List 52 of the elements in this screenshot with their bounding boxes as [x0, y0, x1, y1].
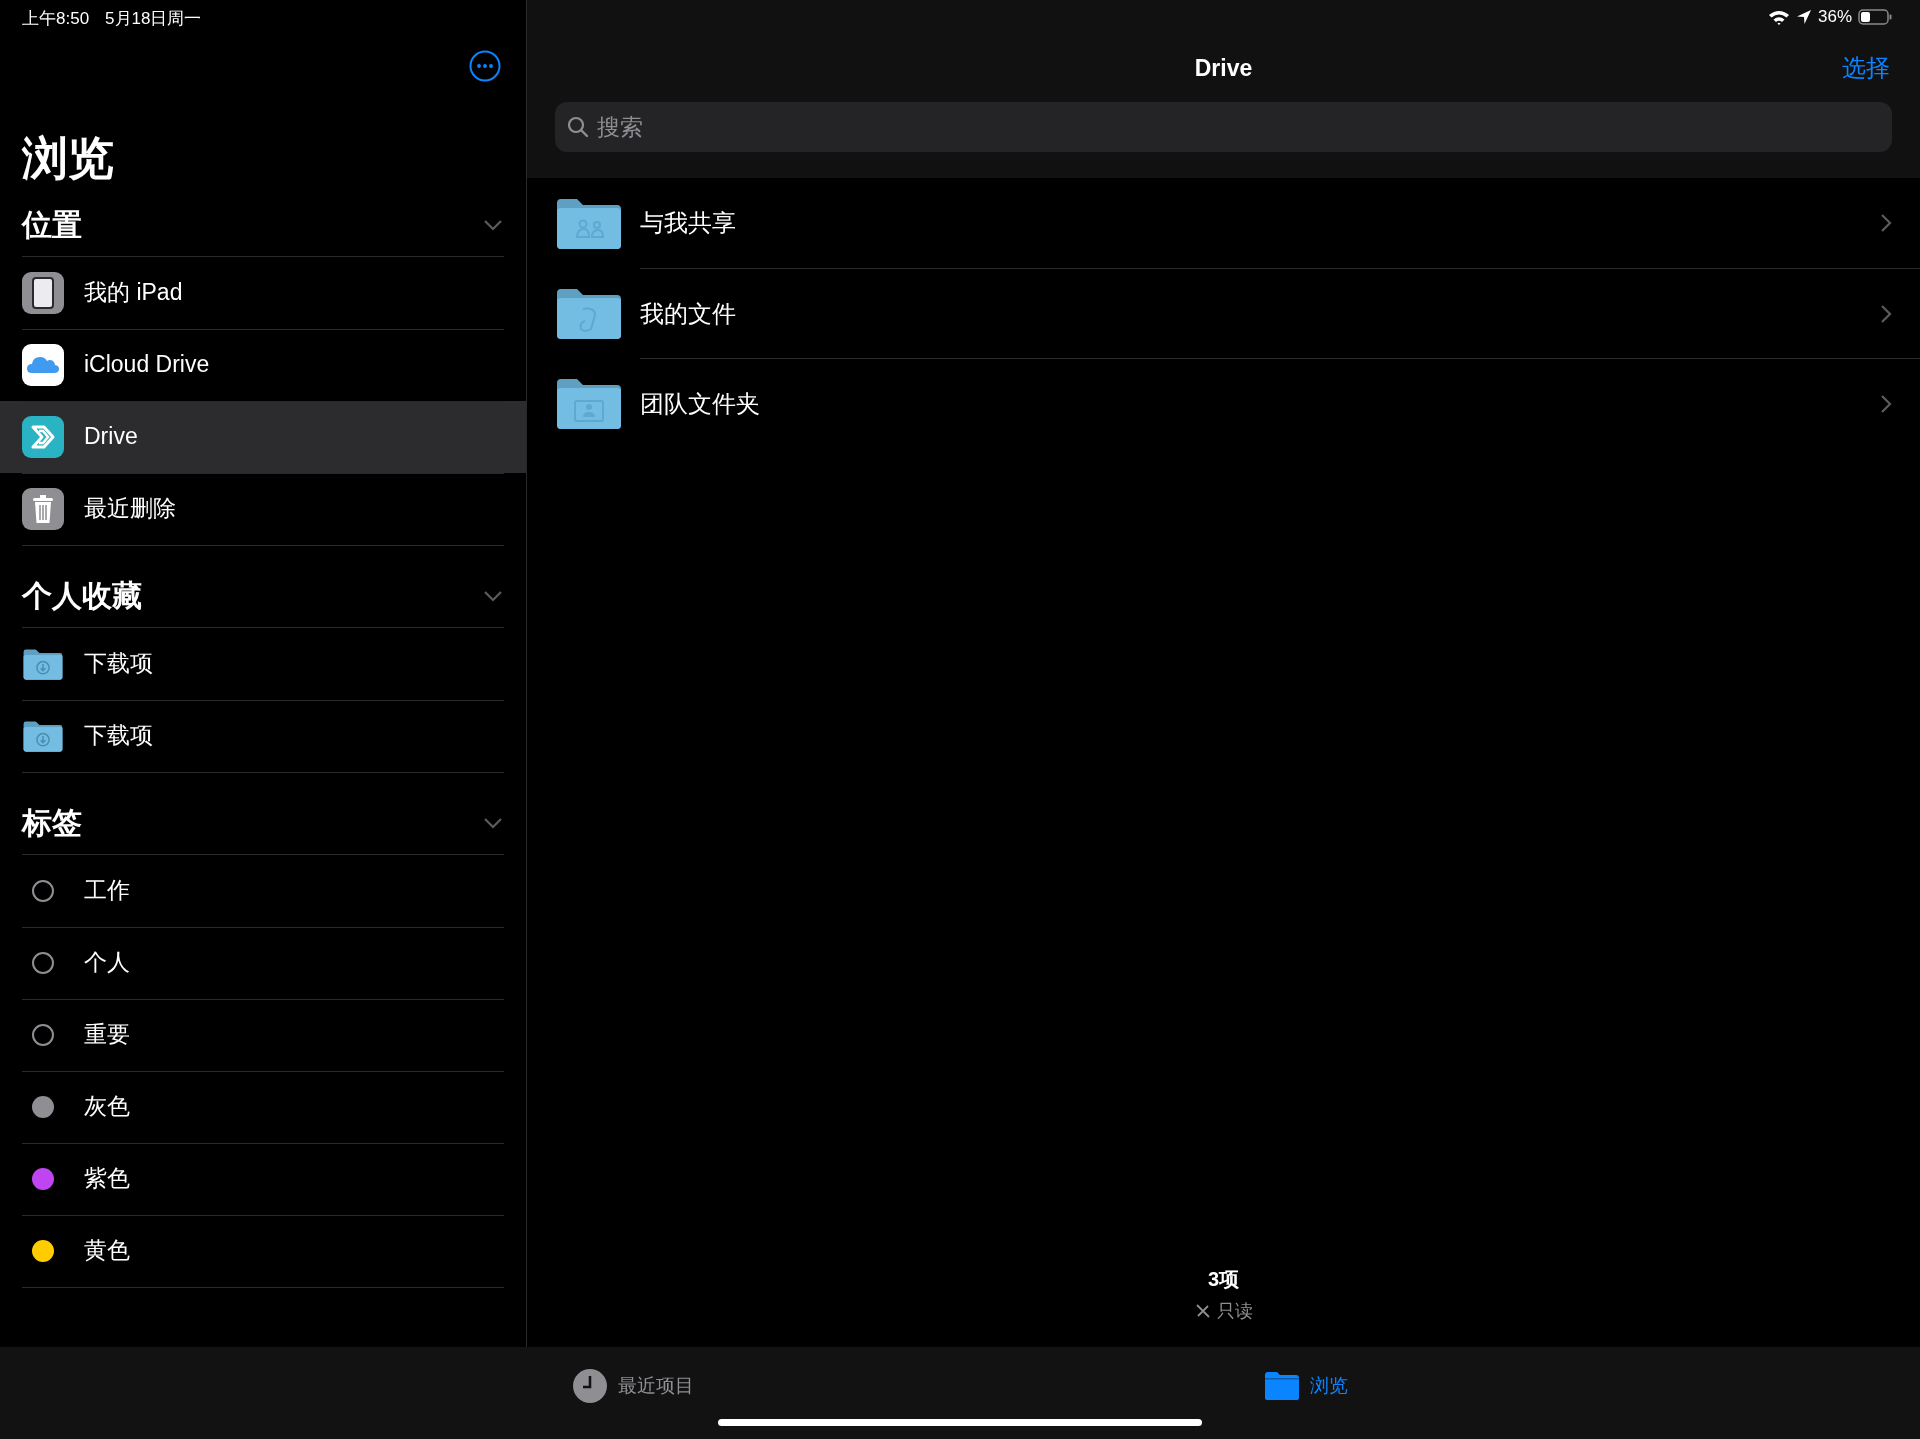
tab-bar-item[interactable]: 最近项目: [572, 1368, 694, 1404]
sidebar-item[interactable]: 紫色: [0, 1143, 526, 1215]
folder-row[interactable]: 我的文件: [640, 267, 1920, 359]
chevron-icon[interactable]: [484, 590, 502, 602]
battery-icon: [1858, 9, 1892, 25]
item-count: 3项: [1207, 1267, 1240, 1292]
wifi-icon: [1767, 9, 1790, 25]
folder-icon: [1264, 1371, 1300, 1401]
sidebar-item[interactable]: 下载项: [0, 700, 526, 772]
sidebar-item[interactable]: 灰色: [0, 1071, 526, 1143]
chevron-icon[interactable]: [1881, 214, 1892, 232]
cloud-icon: [22, 343, 64, 386]
chevron-icon[interactable]: [484, 219, 502, 231]
battery-percentage: 36%: [1817, 7, 1852, 27]
no-edit-icon: [1194, 1303, 1211, 1319]
trash-icon: [22, 487, 64, 530]
status-date: 5月18日周一: [105, 8, 202, 30]
section-header: 位置: [22, 206, 82, 243]
read-only-label: 只读: [1216, 1300, 1253, 1323]
sidebar-item[interactable]: 下载项: [0, 628, 526, 700]
section-header: 标签: [22, 804, 82, 841]
tag-dot: [32, 879, 54, 902]
nav-title: Drive: [1194, 54, 1253, 82]
download-folder-icon: [22, 718, 64, 753]
drive-app-icon: [22, 415, 64, 458]
folder-row[interactable]: 与我共享: [640, 178, 1920, 268]
sidebar-title: 浏览: [20, 131, 115, 186]
sidebar-item[interactable]: 我的 iPad: [0, 257, 526, 329]
sidebar-item[interactable]: 重要: [0, 999, 526, 1071]
sidebar-item[interactable]: 工作: [0, 855, 526, 927]
sidebar-item[interactable]: Drive: [0, 401, 526, 473]
more-options-icon[interactable]: [469, 50, 501, 82]
status-time: 上午8:50: [22, 8, 90, 30]
folder-row[interactable]: 团队文件夹: [640, 357, 1920, 449]
download-folder-icon: [22, 646, 64, 681]
location-arrow-icon: [1795, 9, 1812, 25]
sidebar-item[interactable]: iCloud Drive: [0, 329, 526, 401]
tab-bar-item[interactable]: 浏览: [1264, 1371, 1348, 1401]
sidebar-item[interactable]: 最近删除: [0, 473, 526, 545]
ipad-icon: [22, 271, 64, 314]
tag-dot: [32, 951, 54, 974]
search-icon: [567, 116, 589, 138]
sidebar-item[interactable]: 个人: [0, 927, 526, 999]
section-header: 个人收藏: [22, 577, 142, 614]
tag-dot: [32, 1023, 54, 1046]
select-button[interactable]: 选择: [1840, 52, 1892, 84]
sidebar-item[interactable]: 黄色: [0, 1215, 526, 1287]
chevron-icon[interactable]: [484, 817, 502, 829]
search-field[interactable]: 搜索: [555, 102, 1892, 152]
chevron-icon[interactable]: [1881, 394, 1892, 413]
chevron-icon[interactable]: [1881, 304, 1892, 323]
clock-icon: [572, 1368, 608, 1404]
